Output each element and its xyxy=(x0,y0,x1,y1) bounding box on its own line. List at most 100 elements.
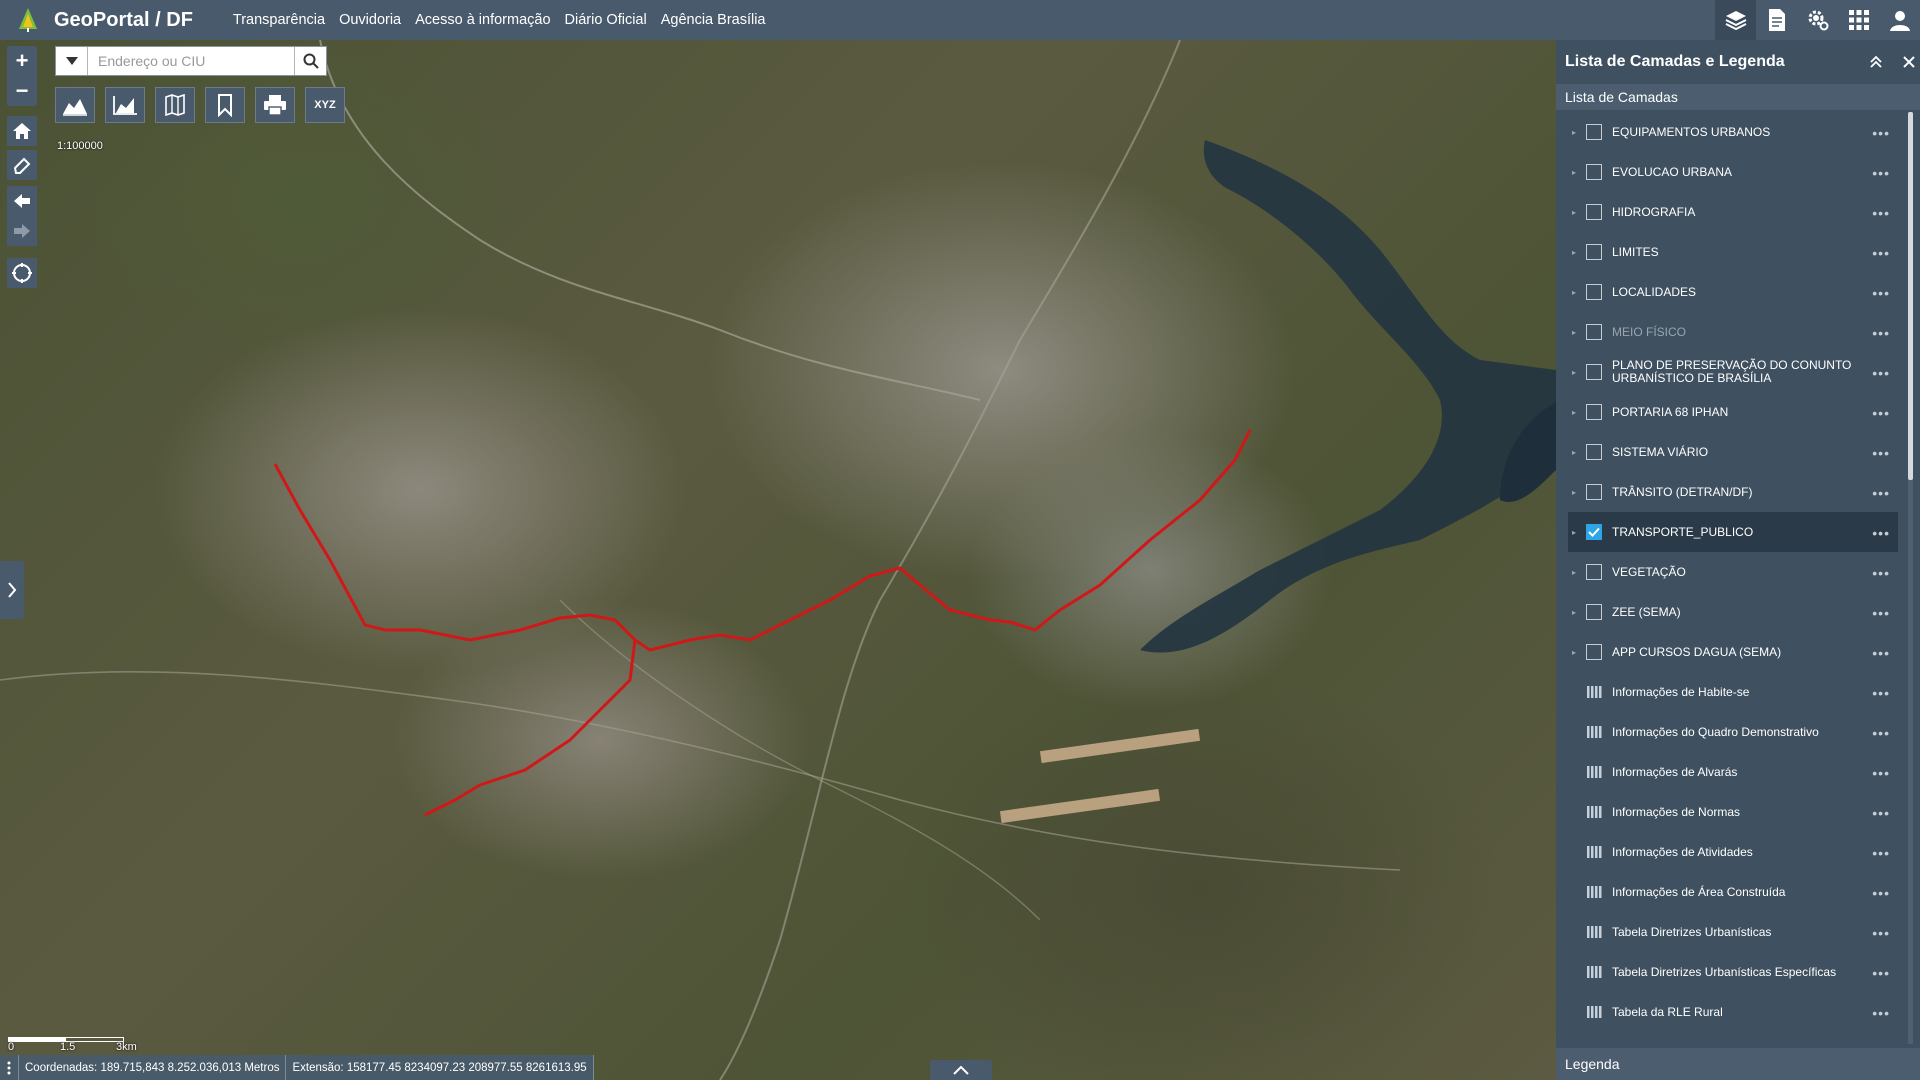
map-swipe-button[interactable] xyxy=(155,87,195,123)
layer-row[interactable]: ▸ EVOLUCAO URBANA ••• xyxy=(1568,152,1898,192)
layer-options-icon[interactable]: ••• xyxy=(1872,405,1890,421)
tree-logo-icon[interactable] xyxy=(14,6,42,34)
area-chart-button[interactable] xyxy=(105,87,145,123)
nav-acesso-informacao[interactable]: Acesso à informação xyxy=(415,12,550,28)
nav-ouvidoria[interactable]: Ouvidoria xyxy=(339,12,401,28)
layer-options-icon[interactable]: ••• xyxy=(1872,565,1890,581)
layer-row[interactable]: Tabela Diretrizes Urbanísticas ••• xyxy=(1568,912,1898,952)
layer-options-icon[interactable]: ••• xyxy=(1872,205,1890,221)
expand-caret-icon[interactable]: ▸ xyxy=(1572,368,1578,377)
layer-options-icon[interactable]: ••• xyxy=(1872,685,1890,701)
close-panel-button[interactable] xyxy=(1899,52,1919,72)
expand-caret-icon[interactable]: ▸ xyxy=(1572,168,1578,177)
layer-options-icon[interactable]: ••• xyxy=(1872,765,1890,781)
expand-caret-icon[interactable]: ▸ xyxy=(1572,648,1578,657)
layer-options-icon[interactable]: ••• xyxy=(1872,645,1890,661)
layer-options-icon[interactable]: ••• xyxy=(1872,445,1890,461)
status-menu-button[interactable] xyxy=(0,1055,19,1080)
layer-row[interactable]: ▸ TRÂNSITO (DETRAN/DF) ••• xyxy=(1568,472,1898,512)
search-button[interactable] xyxy=(294,47,326,75)
layer-visibility-checkbox[interactable] xyxy=(1586,644,1602,660)
bookmark-button[interactable] xyxy=(205,87,245,123)
layer-options-icon[interactable]: ••• xyxy=(1872,525,1890,541)
layer-row[interactable]: Tabela da RLE Rural ••• xyxy=(1568,992,1898,1032)
layer-visibility-checkbox[interactable] xyxy=(1586,244,1602,260)
expand-caret-icon[interactable]: ▸ xyxy=(1572,448,1578,457)
layer-options-icon[interactable]: ••• xyxy=(1872,365,1890,381)
layer-options-icon[interactable]: ••• xyxy=(1872,845,1890,861)
search-source-dropdown[interactable] xyxy=(56,47,88,75)
expand-caret-icon[interactable]: ▸ xyxy=(1572,488,1578,497)
layer-row[interactable]: ▸ TRANSPORTE_PUBLICO ••• xyxy=(1568,512,1898,552)
layer-row[interactable]: Informações de Normas ••• xyxy=(1568,792,1898,832)
layer-visibility-checkbox[interactable] xyxy=(1586,564,1602,580)
locate-button[interactable] xyxy=(7,258,37,288)
zoom-in-button[interactable]: + xyxy=(7,46,37,76)
layer-row[interactable]: Informações de Atividades ••• xyxy=(1568,832,1898,872)
layer-row[interactable]: ▸ PORTARIA 68 IPHAN ••• xyxy=(1568,392,1898,432)
layer-options-icon[interactable]: ••• xyxy=(1872,245,1890,261)
layer-visibility-checkbox[interactable] xyxy=(1586,124,1602,140)
layer-row[interactable]: ▸ APP CURSOS DAGUA (SEMA) ••• xyxy=(1568,632,1898,672)
layer-row[interactable]: ▸ SISTEMA VIÁRIO ••• xyxy=(1568,432,1898,472)
layer-options-icon[interactable]: ••• xyxy=(1872,285,1890,301)
layer-row[interactable]: Tabela Diretrizes Urbanísticas Específic… xyxy=(1568,952,1898,992)
layer-row[interactable]: Informações do Quadro Demonstrativo ••• xyxy=(1568,712,1898,752)
layer-visibility-checkbox[interactable] xyxy=(1586,284,1602,300)
elevation-profile-button[interactable] xyxy=(55,87,95,123)
previous-extent-button[interactable] xyxy=(7,186,37,216)
layer-row[interactable]: ▸ HIDROGRAFIA ••• xyxy=(1568,192,1898,232)
user-icon[interactable] xyxy=(1879,0,1920,40)
nav-transparencia[interactable]: Transparência xyxy=(233,12,325,28)
layer-row[interactable]: ▸ LIMITES ••• xyxy=(1568,232,1898,272)
bottom-panel-toggle[interactable] xyxy=(930,1060,992,1080)
layer-options-icon[interactable]: ••• xyxy=(1872,1005,1890,1021)
layer-visibility-checkbox[interactable] xyxy=(1586,444,1602,460)
expand-caret-icon[interactable]: ▸ xyxy=(1572,528,1578,537)
expand-caret-icon[interactable]: ▸ xyxy=(1572,248,1578,257)
expand-caret-icon[interactable]: ▸ xyxy=(1572,128,1578,137)
expand-caret-icon[interactable]: ▸ xyxy=(1572,408,1578,417)
layer-visibility-checkbox[interactable] xyxy=(1586,524,1602,540)
expand-caret-icon[interactable]: ▸ xyxy=(1572,328,1578,337)
next-extent-button[interactable] xyxy=(7,216,37,246)
settings-icon[interactable] xyxy=(1797,0,1838,40)
layer-visibility-checkbox[interactable] xyxy=(1586,364,1602,380)
app-title[interactable]: GeoPortal / DF xyxy=(54,9,193,32)
layer-row[interactable]: ▸ EQUIPAMENTOS URBANOS ••• xyxy=(1568,112,1898,152)
layer-options-icon[interactable]: ••• xyxy=(1872,805,1890,821)
layer-options-icon[interactable]: ••• xyxy=(1872,325,1890,341)
layers-icon[interactable] xyxy=(1715,0,1756,40)
nav-agencia-brasilia[interactable]: Agência Brasília xyxy=(661,12,766,28)
layer-visibility-checkbox[interactable] xyxy=(1586,324,1602,340)
search-input[interactable] xyxy=(88,47,294,75)
home-button[interactable] xyxy=(7,116,37,146)
map-view[interactable]: + − Endereço ou CIU XYZ 1:100000 0 1.5 3… xyxy=(0,40,1556,1080)
layer-row[interactable]: ▸ LOCALIDADES ••• xyxy=(1568,272,1898,312)
layer-options-icon[interactable]: ••• xyxy=(1872,165,1890,181)
layer-options-icon[interactable]: ••• xyxy=(1872,725,1890,741)
layer-options-icon[interactable]: ••• xyxy=(1872,885,1890,901)
left-panel-toggle[interactable] xyxy=(0,561,24,619)
layer-options-icon[interactable]: ••• xyxy=(1872,485,1890,501)
expand-caret-icon[interactable]: ▸ xyxy=(1572,608,1578,617)
layer-row[interactable]: Informações de Habite-se ••• xyxy=(1568,672,1898,712)
expand-caret-icon[interactable]: ▸ xyxy=(1572,288,1578,297)
apps-grid-icon[interactable] xyxy=(1838,0,1879,40)
layer-options-icon[interactable]: ••• xyxy=(1872,925,1890,941)
layer-row[interactable]: ▸ PLANO DE PRESERVAÇÃO DO CONUNTO URBANÍS… xyxy=(1568,352,1898,392)
layer-row[interactable]: ▸ ZEE (SEMA) ••• xyxy=(1568,592,1898,632)
eraser-button[interactable] xyxy=(7,150,37,180)
layer-list-scrollbar-thumb[interactable] xyxy=(1908,112,1913,480)
layer-visibility-checkbox[interactable] xyxy=(1586,604,1602,620)
layer-list[interactable]: ▸ EQUIPAMENTOS URBANOS ••• ▸ EVOLUCAO URBANA… xyxy=(1556,110,1906,1048)
layer-visibility-checkbox[interactable] xyxy=(1586,204,1602,220)
layer-options-icon[interactable]: ••• xyxy=(1872,965,1890,981)
layer-row[interactable]: Informações de Alvarás ••• xyxy=(1568,752,1898,792)
layer-row[interactable]: ▸ VEGETAÇÃO ••• xyxy=(1568,552,1898,592)
legend-section-header[interactable]: Legenda xyxy=(1556,1048,1920,1080)
expand-caret-icon[interactable]: ▸ xyxy=(1572,568,1578,577)
xyz-coordinates-button[interactable]: XYZ xyxy=(305,87,345,123)
layer-options-icon[interactable]: ••• xyxy=(1872,125,1890,141)
document-icon[interactable] xyxy=(1756,0,1797,40)
